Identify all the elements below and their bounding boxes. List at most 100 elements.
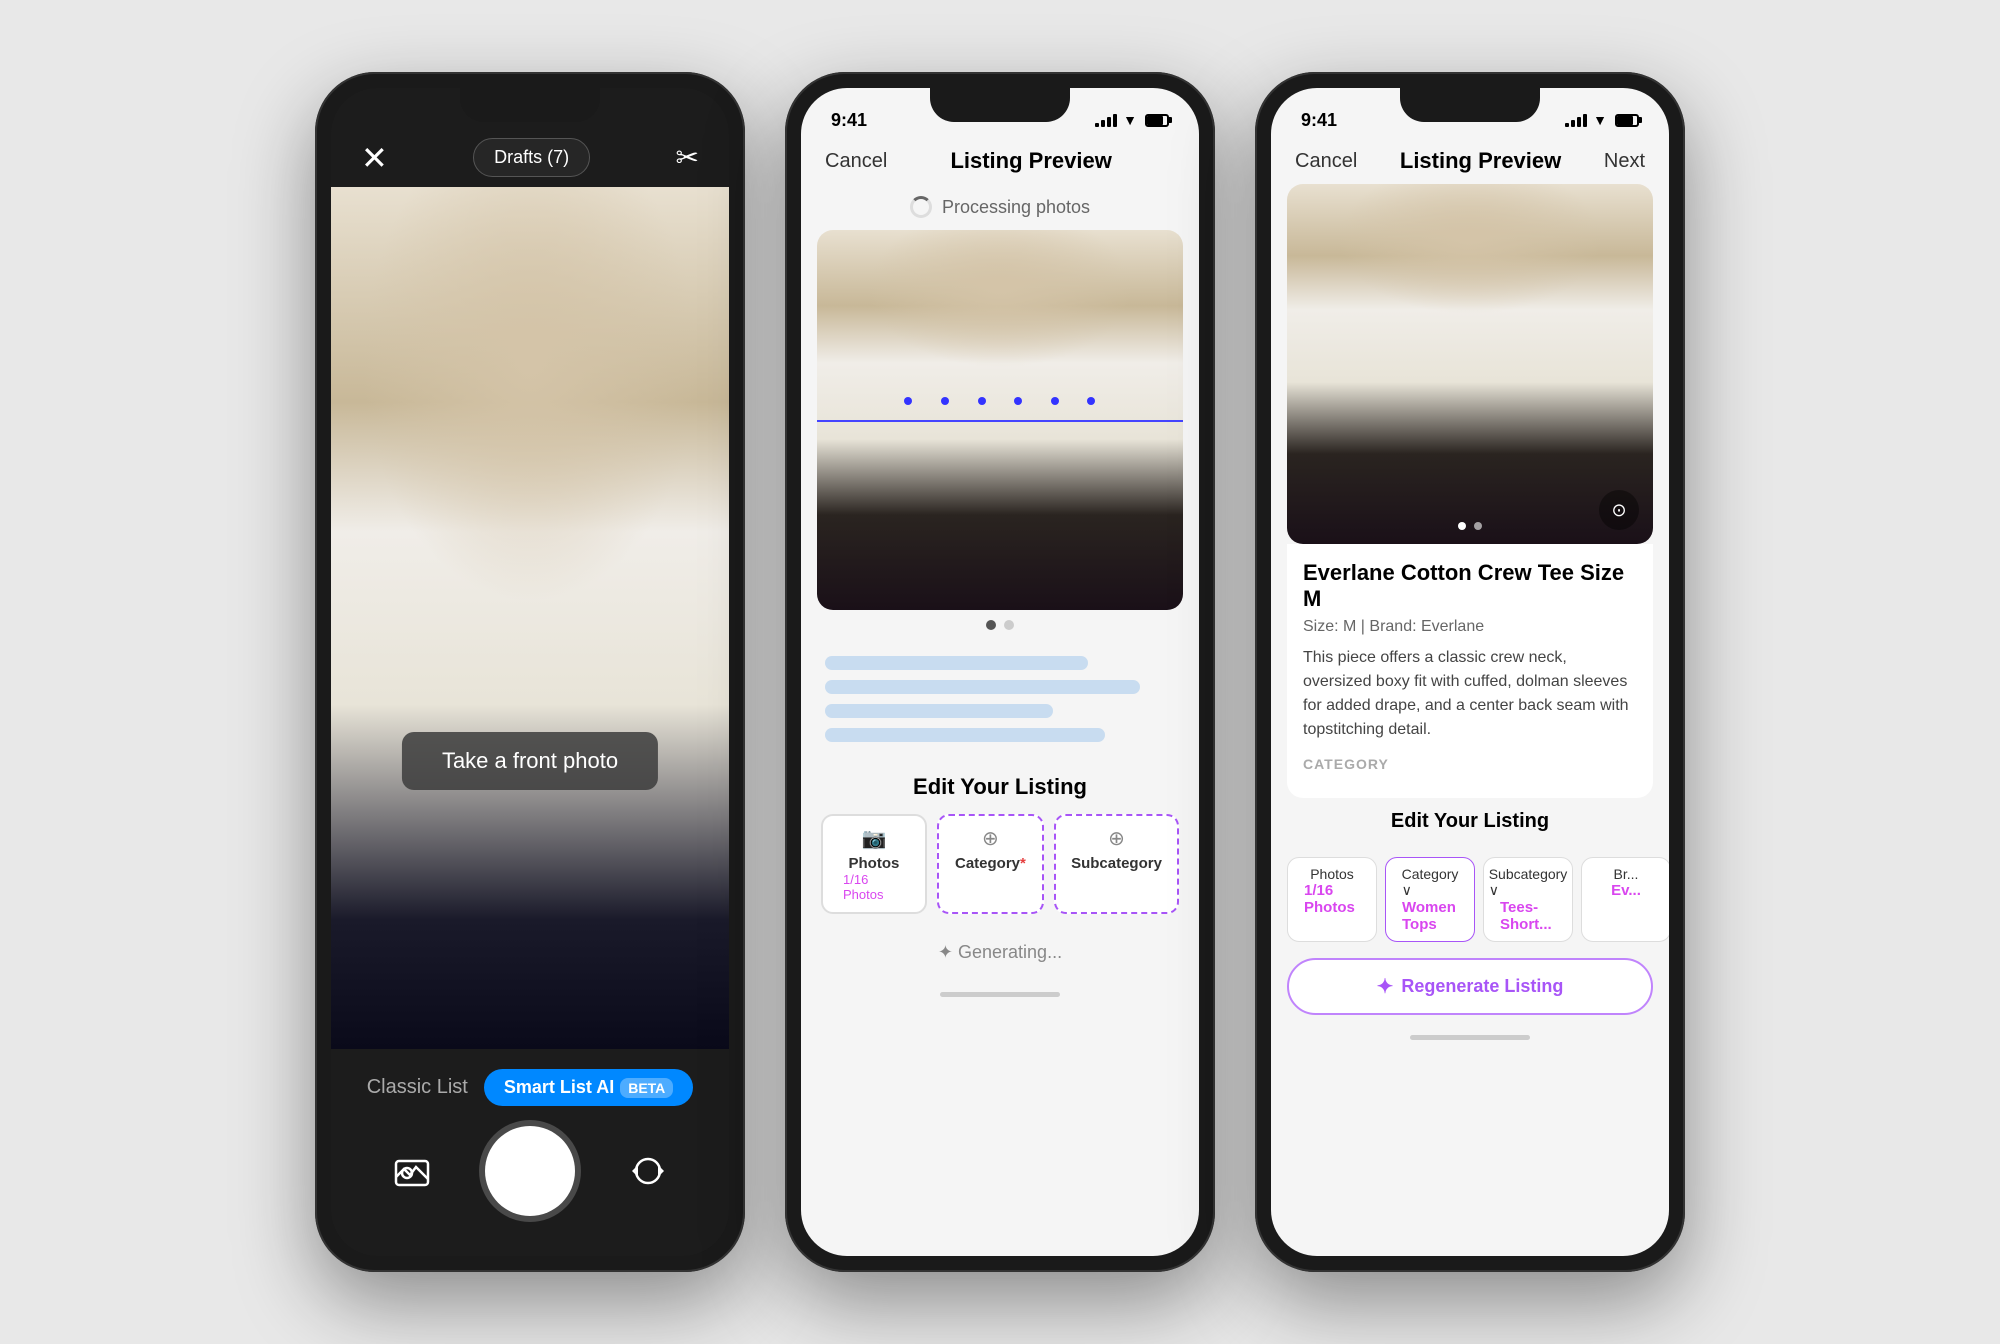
take-photo-overlay: Take a front photo (402, 732, 658, 790)
edit-tabs-2: 📷 Photos 1/16 Photos ⊕ Category* ⊕ Subca… (821, 814, 1179, 918)
edit-tab-brand-3[interactable]: Br... Ev... (1581, 857, 1669, 942)
listing-description: This piece offers a classic crew neck, o… (1303, 646, 1637, 742)
regen-icon: ✦ (1377, 974, 1394, 999)
edit-listing-title-2: Edit Your Listing (821, 774, 1179, 800)
gallery-button[interactable] (382, 1141, 442, 1201)
notch-2 (930, 88, 1070, 122)
status-time-2: 9:41 (831, 110, 867, 131)
tab-label-subcategory: Subcategory ∨ (1489, 866, 1568, 899)
regenerate-button[interactable]: ✦ Regenerate Listing (1287, 958, 1653, 1015)
photos-icon: 📷 (861, 826, 886, 851)
battery-icon-3 (1615, 114, 1639, 127)
camera-preview (331, 187, 729, 1049)
dot-indicator (1004, 620, 1014, 630)
loading-line (825, 656, 1088, 670)
edit-tabs-3: Photos 1/16 Photos Category ∨ Women Tops… (1271, 847, 1669, 946)
scan-dot (1051, 397, 1059, 405)
camera-photo-area: Take a front photo (331, 187, 729, 1049)
cancel-button-3[interactable]: Cancel (1295, 150, 1357, 173)
processing-label: Processing photos (942, 197, 1090, 218)
status-time-3: 9:41 (1301, 110, 1337, 131)
processing-spinner (910, 196, 932, 218)
scan-dot (1014, 397, 1022, 405)
scan-dot (978, 397, 986, 405)
nav-title-2: Listing Preview (950, 148, 1111, 174)
nav-bar-2: Cancel Listing Preview (801, 138, 1199, 184)
tab-label-category: Category ∨ (1402, 866, 1459, 899)
tab-label-brand: Br... (1614, 866, 1639, 882)
battery-icon (1145, 114, 1169, 127)
phone-2: 9:41 ▼ Cancel Listing Preview (785, 72, 1215, 1272)
edit-tab-photos-3[interactable]: Photos 1/16 Photos (1287, 857, 1377, 942)
home-indicator-2 (801, 979, 1199, 1009)
listing-meta: Size: M | Brand: Everlane (1303, 618, 1637, 636)
notch-1 (460, 88, 600, 122)
classic-list-label: Classic List (367, 1076, 468, 1099)
wifi-icon-3: ▼ (1593, 112, 1607, 128)
loading-line (825, 728, 1105, 742)
tab-value-brand: Ev... (1611, 882, 1641, 899)
processing-bar: Processing photos (801, 184, 1199, 230)
drafts-button[interactable]: Drafts (7) (473, 138, 590, 177)
subcategory-icon: ⊕ (1108, 826, 1125, 851)
tab-label: Category* (955, 855, 1026, 872)
required-mark: * (1020, 855, 1026, 872)
smart-list-button[interactable]: Smart List AI BETA (484, 1069, 693, 1106)
phone-3: 9:41 ▼ Cancel Listing Preview (1255, 72, 1685, 1272)
preview-dot-indicators (1458, 522, 1482, 530)
listing-preview-photo (1287, 184, 1653, 544)
loading-content (801, 640, 1199, 758)
scan-dot (941, 397, 949, 405)
camera-bottom-bar: Classic List Smart List AI BETA (331, 1049, 729, 1256)
scan-dots (890, 382, 1110, 420)
photo-edit-icon[interactable]: ⊙ (1599, 490, 1639, 530)
listing-info-card: Everlane Cotton Crew Tee Size M Size: M … (1287, 544, 1653, 798)
preview-dot (1474, 522, 1482, 530)
edit-tab-category-3[interactable]: Category ∨ Women Tops (1385, 857, 1475, 942)
listing-type-row: Classic List Smart List AI BETA (367, 1069, 694, 1106)
preview-dot (1458, 522, 1466, 530)
regen-label: Regenerate Listing (1401, 976, 1563, 997)
shutter-button[interactable] (485, 1126, 575, 1216)
flip-camera-button[interactable] (618, 1141, 678, 1201)
image-dot-indicators (801, 610, 1199, 640)
edit-tab-photos[interactable]: 📷 Photos 1/16 Photos (821, 814, 927, 914)
edit-tab-subcategory[interactable]: ⊕ Subcategory (1054, 814, 1179, 914)
tab-sublabel: 1/16 Photos (843, 872, 905, 902)
phone-1: ✕ Drafts (7) ✂ Take a front photo Classi… (315, 72, 745, 1272)
camera-controls (361, 1126, 699, 1216)
generating-bar: ✦ Generating... (801, 926, 1199, 979)
nav-bar-3: Cancel Listing Preview Next (1271, 138, 1669, 184)
smart-list-label: Smart List AI (504, 1077, 614, 1098)
listing-preview-image: ⊙ (1287, 184, 1653, 544)
nav-title-3: Listing Preview (1400, 148, 1561, 174)
scan-line (817, 420, 1183, 422)
edit-listing-section-2: Edit Your Listing 📷 Photos 1/16 Photos ⊕… (801, 758, 1199, 926)
status-icons-2: ▼ (1095, 112, 1169, 128)
category-header: CATEGORY (1303, 756, 1637, 772)
dot-indicator (986, 620, 996, 630)
tab-value-subcategory: Tees- Short... (1500, 899, 1556, 933)
tab-value-photos: 1/16 Photos (1304, 882, 1360, 916)
close-button[interactable]: ✕ (361, 139, 388, 177)
edit-tab-subcategory-3[interactable]: Subcategory ∨ Tees- Short... (1483, 857, 1573, 942)
generating-label: ✦ Generating... (938, 942, 1062, 963)
loading-line (825, 680, 1140, 694)
signal-icon-3 (1565, 113, 1587, 127)
next-button-3[interactable]: Next (1604, 150, 1645, 173)
scissors-icon[interactable]: ✂ (676, 141, 699, 174)
tab-label-photos: Photos (1310, 866, 1354, 882)
cancel-button-2[interactable]: Cancel (825, 150, 887, 173)
beta-badge: BETA (620, 1078, 673, 1098)
listing-image-2 (817, 230, 1183, 610)
scan-dot (904, 397, 912, 405)
listing-title: Everlane Cotton Crew Tee Size M (1303, 560, 1637, 612)
signal-icon (1095, 113, 1117, 127)
status-icons-3: ▼ (1565, 112, 1639, 128)
wifi-icon: ▼ (1123, 112, 1137, 128)
tab-label: Subcategory (1071, 855, 1162, 872)
notch-3 (1400, 88, 1540, 122)
edit-tab-category[interactable]: ⊕ Category* (937, 814, 1044, 914)
loading-line (825, 704, 1053, 718)
tab-value-category: Women Tops (1402, 899, 1458, 933)
